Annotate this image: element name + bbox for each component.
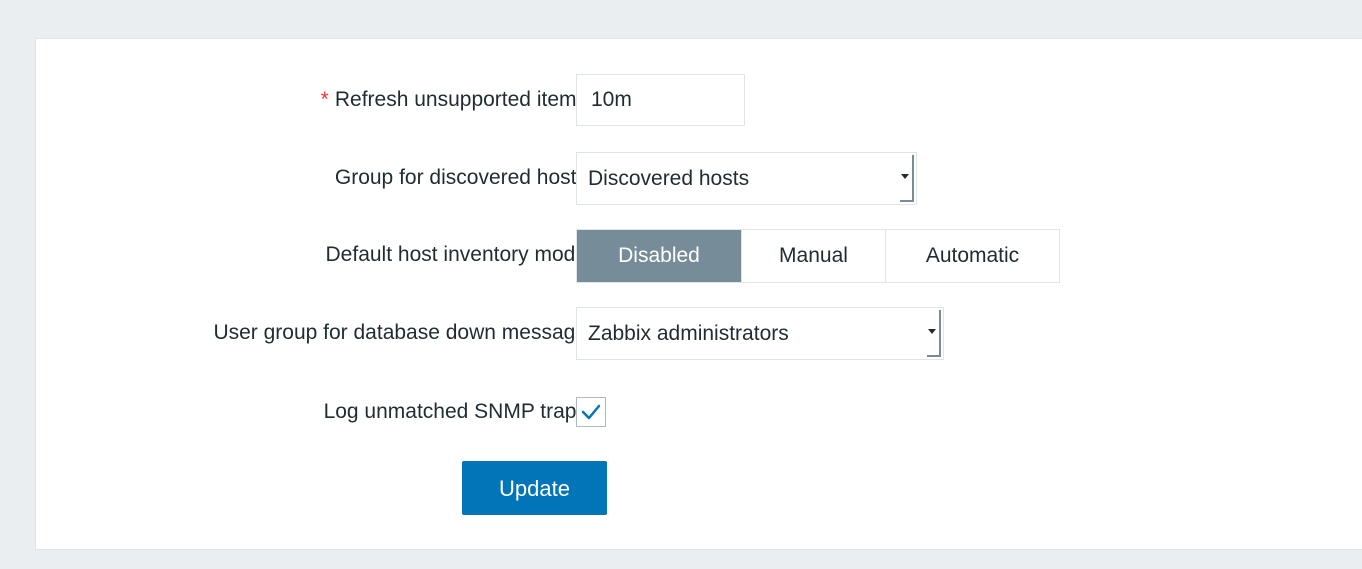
alert-usrgrp-control: Zabbix administrators (576, 307, 944, 360)
discovery-group-select[interactable]: Discovered hosts (576, 152, 917, 205)
discovery-group-label: Group for discovered hosts (334, 166, 587, 189)
discovery-group-control: Discovered hosts (576, 152, 917, 205)
inventory-mode-automatic[interactable]: Automatic (886, 230, 1059, 282)
checkmark-icon (581, 404, 601, 420)
refresh-unsupported-label-text: Refresh unsupported items (334, 88, 587, 111)
required-marker: * (320, 88, 329, 111)
alert-usrgrp-selected-value: Zabbix administrators (588, 322, 789, 345)
row-refresh-unsupported: * Refresh unsupported items (36, 74, 1362, 126)
snmptrap-logging-checkbox[interactable] (576, 397, 606, 427)
alert-usrgrp-select[interactable]: Zabbix administrators (576, 307, 944, 360)
row-alert-usrgrp: User group for database down message Zab… (36, 307, 1362, 360)
refresh-unsupported-control (576, 74, 745, 126)
row-discovery-group: Group for discovered hosts Discovered ho… (36, 152, 1362, 205)
row-snmptrap-logging: Log unmatched SNMP traps (36, 386, 1362, 438)
refresh-unsupported-label: * Refresh unsupported items (321, 74, 587, 126)
inventory-mode-manual[interactable]: Manual (742, 230, 886, 282)
dropdown-arrow-icon (900, 155, 914, 202)
row-inventory-mode: Default host inventory mode Disabled Man… (36, 229, 1362, 283)
snmptrap-logging-control (576, 386, 606, 438)
refresh-unsupported-input[interactable] (576, 74, 745, 126)
inventory-mode-disabled[interactable]: Disabled (577, 230, 742, 282)
dropdown-arrow-icon (927, 310, 941, 357)
alert-usrgrp-label: User group for database down message (213, 321, 587, 344)
inventory-mode-radio-group: Disabled Manual Automatic (576, 229, 1060, 283)
inventory-mode-control: Disabled Manual Automatic (576, 229, 1060, 283)
discovery-group-selected-value: Discovered hosts (588, 167, 750, 190)
settings-panel: *Refresh unsupported items Group for dis… (35, 38, 1362, 550)
snmptrap-logging-label: Log unmatched SNMP traps (323, 400, 587, 423)
update-button[interactable]: Update (462, 461, 607, 515)
inventory-mode-label: Default host inventory mode (325, 243, 587, 266)
